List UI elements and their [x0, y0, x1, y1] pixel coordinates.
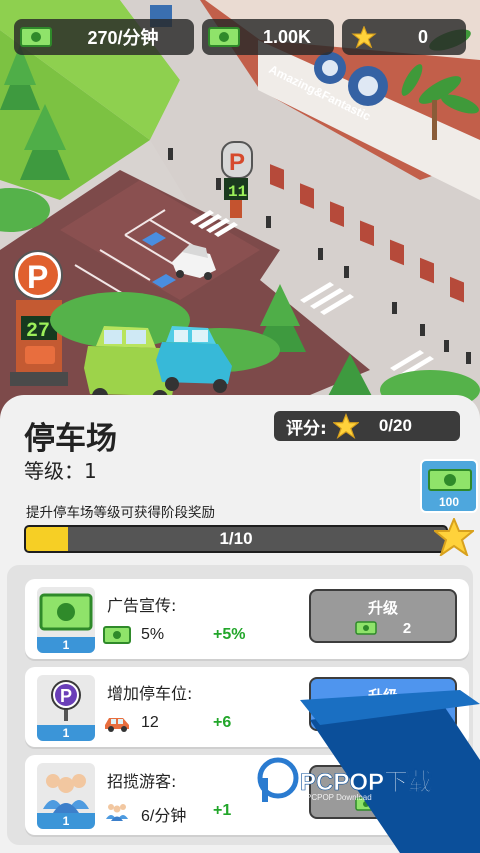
upgrade-cost: 2 [402, 620, 412, 637]
card-stat-increase: +5% [213, 626, 246, 643]
upgrade-button-label: 升级 [367, 599, 398, 617]
rating-label: 评分: [286, 418, 327, 439]
money-icon [20, 27, 52, 47]
svg-text:P: P [60, 686, 72, 706]
card-level-badge: 1 [37, 813, 95, 829]
card-name: 招揽游客: [107, 772, 177, 791]
upgrade-button-visitors[interactable]: 升级 2 [309, 765, 457, 819]
stage-reward-chest[interactable]: 100 [420, 459, 478, 513]
card-name: 增加停车位: [107, 684, 193, 703]
star-icon [351, 26, 377, 48]
money-icon [208, 27, 240, 47]
money-value: 1.00K [262, 26, 312, 47]
big-sign-p-letter: P [27, 259, 48, 295]
page-title: 停车场 [24, 421, 117, 457]
lot-sign-number: 27 [26, 320, 50, 343]
rating-value: 0/20 [378, 416, 412, 435]
upgrade-card-visitors: 1 招揽游客: 6/分钟 +1 升级 2 [25, 755, 469, 835]
star-icon [332, 413, 359, 439]
upgrade-button-advertising[interactable]: 升级 2 [309, 589, 457, 643]
upgrade-button-label: 升级 [367, 687, 398, 705]
level-progress-bar: 1/10 [24, 525, 448, 553]
card-stat-value: 12 [141, 714, 159, 731]
car-icon [105, 718, 129, 732]
money-icon [355, 797, 377, 811]
card-level-badge: 1 [37, 725, 95, 741]
upgrade-card-advertising: 1 广告宣传: 5% +5% 升级 2 [25, 579, 469, 659]
reward-amount: 100 [438, 495, 460, 509]
income-rate-display: 270/分钟 [14, 19, 194, 55]
card-stat-value: 6/分钟 [141, 808, 187, 825]
people-icon [106, 804, 128, 821]
parking-thumbnail: P 1 [37, 675, 95, 741]
card-stat-increase: +1 [213, 802, 232, 819]
rating-badge: 评分: 0/20 [274, 411, 460, 441]
advertising-thumbnail: 1 [37, 587, 95, 653]
parking-lot-scene: Amazing&Fantastic P 11 P 27 [0, 0, 480, 420]
money-icon [355, 621, 377, 635]
upgrade-button-label: 升级 [367, 775, 398, 793]
level-label: 等级：1 [24, 459, 97, 483]
parking-sign-icon: P [51, 680, 81, 721]
progress-text: 1/10 [219, 529, 253, 548]
visitors-thumbnail: 1 [37, 763, 95, 829]
money-icon [103, 626, 131, 644]
game-scene[interactable]: Amazing&Fantastic P 11 P 27 [0, 0, 480, 420]
upgrade-list: 1 广告宣传: 5% +5% 升级 2 P 1 增加停车位: 12 +6 升级 … [7, 565, 473, 845]
card-stat-value: 5% [141, 626, 165, 643]
stars-display: 0 [342, 19, 466, 55]
sign-number-2: 11 [228, 183, 247, 201]
money-icon [428, 469, 472, 491]
money-display: 1.00K [202, 19, 334, 55]
upgrade-cost: 2 [402, 796, 412, 813]
sign-p-letter: P [229, 149, 245, 176]
income-rate-value: 270/分钟 [87, 28, 159, 48]
people-icon [43, 774, 89, 813]
card-stat-increase: +6 [213, 714, 232, 731]
money-icon [39, 593, 93, 631]
progress-hint: 提升停车场等级可获得阶段奖励 [26, 505, 215, 521]
card-name: 广告宣传: [107, 596, 177, 615]
stars-value: 0 [417, 26, 428, 47]
upgrade-card-parking-spaces: P 1 增加停车位: 12 +6 升级 [25, 667, 469, 747]
card-level-badge: 1 [37, 637, 95, 653]
upgrade-button-parking-spaces[interactable]: 升级 [309, 677, 457, 731]
star-icon [434, 518, 474, 556]
